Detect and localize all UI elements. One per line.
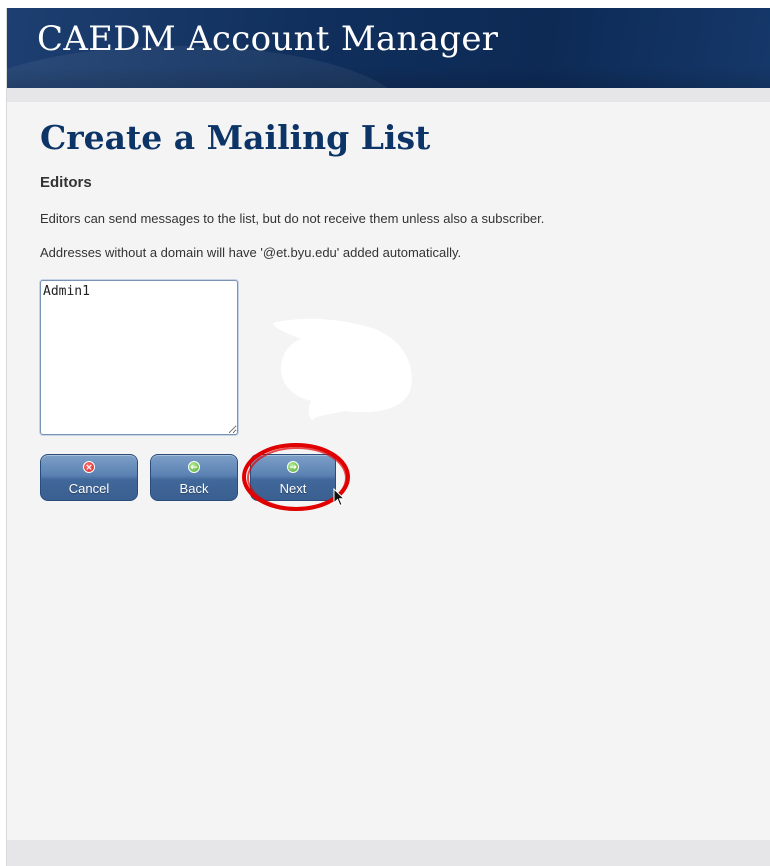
cancel-button-label: Cancel [68, 481, 110, 496]
back-button[interactable]: ← Back [150, 454, 238, 501]
section-heading: Editors [40, 174, 92, 191]
next-button[interactable]: → Next [250, 454, 336, 501]
page-title: Create a Mailing List [40, 118, 431, 157]
next-button-label: Next [279, 481, 307, 496]
next-arrow-icon: → [287, 461, 299, 473]
back-arrow-icon: ← [188, 461, 200, 473]
editors-textarea[interactable]: Admin1 [40, 280, 238, 435]
editors-description: Editors can send messages to the list, b… [40, 211, 545, 226]
page-frame: CAEDM Account Manager Create a Mailing L… [6, 8, 770, 866]
cancel-button[interactable]: × Cancel [40, 454, 138, 501]
domain-note: Addresses without a domain will have '@e… [40, 245, 462, 260]
back-button-label: Back [179, 481, 209, 496]
redaction-scribble [273, 318, 412, 421]
cancel-icon: × [83, 461, 95, 473]
header-banner: CAEDM Account Manager [7, 8, 770, 88]
header-subbar [7, 88, 770, 102]
app-title: CAEDM Account Manager [37, 19, 499, 59]
footer-bar [7, 840, 770, 866]
